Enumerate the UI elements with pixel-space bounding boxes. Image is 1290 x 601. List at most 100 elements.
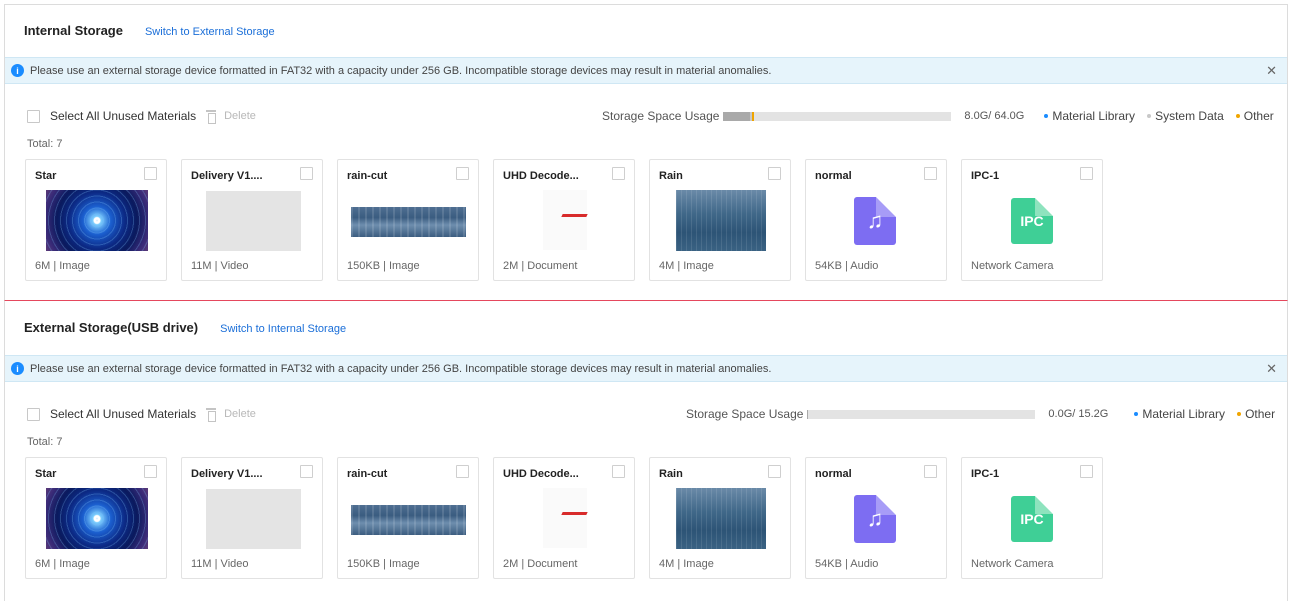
internal-material-grid: Star 6M | Image Delivery V1.... 11M | Vi… <box>25 159 1117 281</box>
card-checkbox[interactable] <box>768 167 781 180</box>
external-storage-usage: Storage Space Usage 0.0G/ 15.2G Material… <box>686 405 1275 423</box>
notice-text: Please use an external storage device fo… <box>30 64 772 77</box>
card-checkbox[interactable] <box>144 167 157 180</box>
usage-legend: Material Library Other <box>1122 407 1275 421</box>
card-meta: 54KB | Audio <box>815 558 879 570</box>
card-checkbox[interactable] <box>1080 167 1093 180</box>
card-title: Delivery V1.... <box>191 170 263 182</box>
card-title: rain-cut <box>347 468 388 480</box>
select-all-label[interactable]: Select All Unused Materials <box>50 407 196 421</box>
card-checkbox[interactable] <box>456 167 469 180</box>
card-meta: 4M | Image <box>659 260 714 272</box>
legend-label: Material Library <box>1142 407 1226 421</box>
card-title: Star <box>35 170 57 182</box>
legend-dot <box>1044 114 1049 118</box>
card-meta: 2M | Document <box>503 558 578 570</box>
material-card[interactable]: UHD Decode... 2M | Document <box>493 159 635 281</box>
usage-segment-material-library <box>807 409 809 419</box>
trash-icon <box>206 110 217 124</box>
material-card[interactable]: IPC-1 IPC Network Camera <box>961 159 1103 281</box>
usage-value: 8.0G/ 64.0G <box>964 110 1025 122</box>
card-checkbox[interactable] <box>144 465 157 478</box>
close-icon[interactable]: ✕ <box>1266 361 1277 377</box>
legend-dot <box>1147 114 1152 118</box>
material-card[interactable]: Rain 4M | Image <box>649 159 791 281</box>
card-checkbox[interactable] <box>612 465 625 478</box>
legend-dot <box>1134 412 1139 416</box>
delete-button[interactable]: Delete <box>224 110 256 122</box>
card-meta: 2M | Document <box>503 260 578 272</box>
material-card[interactable]: normal ♫ 54KB | Audio <box>805 159 947 281</box>
material-card[interactable]: Star 6M | Image <box>25 159 167 281</box>
card-checkbox[interactable] <box>612 167 625 180</box>
material-card[interactable]: normal ♫ 54KB | Audio <box>805 457 947 579</box>
select-all-checkbox[interactable] <box>27 109 40 123</box>
image-thumbnail <box>46 488 148 549</box>
select-all-label[interactable]: Select All Unused Materials <box>50 109 196 123</box>
external-storage-section: External Storage(USB drive) Switch to In… <box>4 300 1288 601</box>
card-meta: 150KB | Image <box>347 260 420 272</box>
total-count: Total: 7 <box>27 138 63 150</box>
select-all-checkbox[interactable] <box>27 407 40 421</box>
card-meta: 6M | Image <box>35 260 90 272</box>
legend-label: Material Library <box>1052 109 1136 123</box>
material-card[interactable]: Star 6M | Image <box>25 457 167 579</box>
image-thumbnail <box>46 190 148 251</box>
legend-other: Other <box>1235 109 1274 123</box>
external-header: External Storage(USB drive) Switch to In… <box>24 320 346 335</box>
material-card[interactable]: Delivery V1.... 11M | Video <box>181 457 323 579</box>
switch-to-internal-link[interactable]: Switch to Internal Storage <box>220 323 346 335</box>
external-notice-banner: i Please use an external storage device … <box>5 355 1287 382</box>
video-thumbnail <box>206 191 301 251</box>
card-title: IPC-1 <box>971 170 1000 182</box>
card-checkbox[interactable] <box>300 167 313 180</box>
card-checkbox[interactable] <box>924 167 937 180</box>
legend-label: System Data <box>1155 109 1224 123</box>
card-meta: 4M | Image <box>659 558 714 570</box>
material-card[interactable]: rain-cut 150KB | Image <box>337 457 479 579</box>
internal-storage-title: Internal Storage <box>24 23 123 38</box>
close-icon[interactable]: ✕ <box>1266 63 1277 79</box>
legend-label: Other <box>1245 407 1276 421</box>
internal-header: Internal Storage Switch to External Stor… <box>24 23 275 38</box>
legend-other: Other <box>1237 407 1275 421</box>
material-card[interactable]: IPC-1 IPC Network Camera <box>961 457 1103 579</box>
document-thumbnail <box>543 488 587 548</box>
card-title: normal <box>815 468 852 480</box>
image-thumbnail <box>351 207 466 237</box>
material-card[interactable]: UHD Decode... 2M | Document <box>493 457 635 579</box>
usage-segment-material-library <box>723 111 751 121</box>
card-title: Rain <box>659 468 683 480</box>
legend-material-library: Material Library <box>1134 407 1225 421</box>
usage-legend: Material Library System Data Other <box>1032 109 1274 123</box>
card-checkbox[interactable] <box>300 465 313 478</box>
card-title: IPC-1 <box>971 468 1000 480</box>
image-thumbnail <box>676 488 766 549</box>
info-icon: i <box>11 362 24 375</box>
total-count: Total: 7 <box>27 436 63 448</box>
audio-file-icon: ♫ <box>854 197 896 245</box>
material-card[interactable]: Delivery V1.... 11M | Video <box>181 159 323 281</box>
delete-button[interactable]: Delete <box>224 408 256 420</box>
card-checkbox[interactable] <box>456 465 469 478</box>
usage-bar <box>723 111 952 121</box>
material-card[interactable]: rain-cut 150KB | Image <box>337 159 479 281</box>
info-icon: i <box>11 64 24 77</box>
card-checkbox[interactable] <box>1080 465 1093 478</box>
card-title: Star <box>35 468 57 480</box>
external-storage-title: External Storage(USB drive) <box>24 320 199 335</box>
legend-material-library: Material Library <box>1044 109 1135 123</box>
card-meta: Network Camera <box>971 558 1054 570</box>
usage-label: Storage Space Usage <box>686 407 804 421</box>
card-meta: 11M | Video <box>191 558 249 570</box>
card-title: Rain <box>659 170 683 182</box>
switch-to-external-link[interactable]: Switch to External Storage <box>145 26 275 38</box>
material-card[interactable]: Rain 4M | Image <box>649 457 791 579</box>
card-checkbox[interactable] <box>768 465 781 478</box>
card-title: normal <box>815 170 852 182</box>
card-title: rain-cut <box>347 170 388 182</box>
card-checkbox[interactable] <box>924 465 937 478</box>
usage-label: Storage Space Usage <box>602 109 720 123</box>
network-camera-icon: IPC <box>1011 198 1053 244</box>
usage-segment-other <box>752 111 755 121</box>
